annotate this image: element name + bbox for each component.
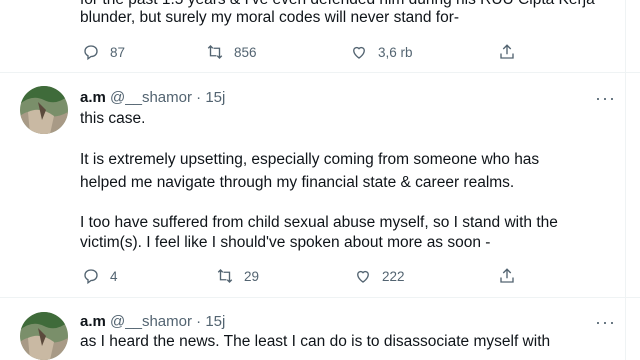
heart-icon: [353, 46, 365, 59]
tweet-2-line-1: this case.: [80, 110, 146, 127]
avatar[interactable]: [20, 86, 68, 134]
timestamp[interactable]: 15j: [205, 313, 225, 330]
tweet-1[interactable]: for the past 1.5 years & I've even defen…: [0, 0, 640, 72]
like-count: 3,6 rb: [378, 44, 413, 60]
author-handle[interactable]: @__shamor: [110, 89, 192, 106]
more-options-icon[interactable]: ···: [595, 313, 616, 331]
tweet-2-line-3: It is extremely upsetting, especially co…: [80, 151, 540, 168]
tweet-2-line-6: I too have suffered from child sexual ab…: [80, 214, 558, 231]
tweet-2-line-4: helped me navigate through my financial …: [80, 174, 515, 191]
reply-icon: [84, 45, 98, 61]
header-dot: ·: [196, 313, 202, 330]
like-count: 222: [382, 268, 405, 284]
avatar-photo-icon: [20, 312, 68, 360]
retweet-button[interactable]: 29: [216, 267, 259, 285]
tweet-2[interactable]: a.m @__shamor · 15j ··· this case. It is…: [0, 73, 640, 297]
author-name[interactable]: a.m: [80, 313, 106, 330]
reply-count: 4: [110, 268, 118, 284]
retweet-button[interactable]: 856: [206, 43, 257, 61]
author-name[interactable]: a.m: [80, 89, 106, 106]
more-options-icon[interactable]: ···: [595, 89, 616, 107]
retweet-icon: [207, 45, 223, 59]
reply-button[interactable]: 87: [82, 43, 125, 61]
share-icon: [500, 268, 514, 283]
share-button[interactable]: [498, 267, 526, 285]
header-dot: ·: [196, 89, 202, 106]
timestamp[interactable]: 15j: [205, 89, 225, 106]
like-button[interactable]: 3,6 rb: [350, 43, 413, 61]
retweet-icon: [217, 269, 233, 283]
reply-icon: [84, 269, 98, 285]
tweet-3-header: a.m @__shamor · 15j: [80, 312, 225, 332]
author-handle[interactable]: @__shamor: [110, 313, 192, 330]
tweet-3[interactable]: a.m @__shamor · 15j ··· as I heard the n…: [0, 298, 640, 360]
share-icon: [500, 44, 514, 59]
avatar-photo-icon: [20, 86, 68, 134]
share-button[interactable]: [498, 43, 526, 61]
like-button[interactable]: 222: [354, 267, 405, 285]
retweet-count: 856: [234, 44, 257, 60]
reply-button[interactable]: 4: [82, 267, 118, 285]
retweet-count: 29: [244, 268, 260, 284]
tweet-2-line-7: victim(s). I feel like I should've spoke…: [80, 234, 491, 251]
reply-count: 87: [110, 44, 126, 60]
tweet-2-actions: 4 29 222: [82, 267, 522, 287]
tweet-1-actions: 87 856 3,6 rb: [82, 43, 522, 63]
heart-icon: [357, 270, 369, 283]
tweet-2-header: a.m @__shamor · 15j: [80, 88, 225, 108]
tweet-3-line-1: as I heard the news. The least I can do …: [80, 333, 551, 350]
tweet-1-line-2: blunder, but surely my moral codes will …: [80, 9, 460, 26]
avatar[interactable]: [20, 312, 68, 360]
